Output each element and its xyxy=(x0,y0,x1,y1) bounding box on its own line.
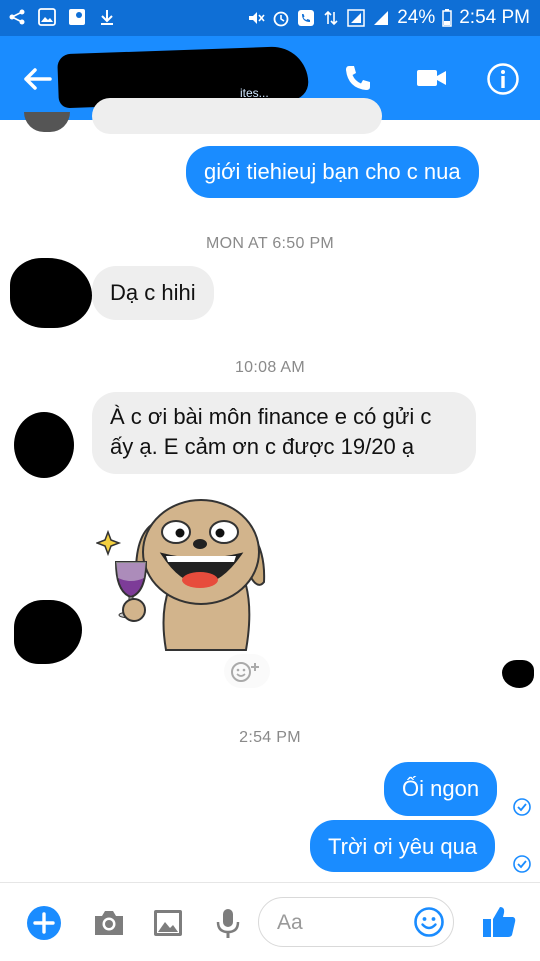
map-icon xyxy=(69,9,85,25)
gallery-icon xyxy=(38,8,56,26)
like-icon[interactable] xyxy=(480,903,518,941)
camera-icon[interactable] xyxy=(91,905,127,941)
message-input[interactable]: Aa xyxy=(258,897,454,947)
avatar[interactable] xyxy=(14,412,74,478)
plus-icon[interactable] xyxy=(26,905,62,941)
seen-avatar xyxy=(502,660,534,688)
cut-off-message xyxy=(92,98,382,134)
message-outgoing[interactable]: Ối ngon xyxy=(384,762,498,816)
add-reaction-button[interactable] xyxy=(224,654,270,688)
timestamp: 10:08 AM xyxy=(234,359,305,376)
message-list[interactable]: giới tiehieuj bạn cho c nua MON AT 6:50 … xyxy=(0,98,540,882)
sticker[interactable] xyxy=(96,492,266,652)
message-input-placeholder: Aa xyxy=(277,911,303,934)
signal-1-icon xyxy=(347,9,365,27)
seen-check-icon xyxy=(513,855,531,873)
message-incoming[interactable]: À c ơi bài môn finance e có gửi c ấy ạ. … xyxy=(92,392,476,474)
timestamp: MON AT 6:50 PM xyxy=(205,235,335,252)
mic-icon[interactable] xyxy=(210,905,246,941)
message-outgoing[interactable]: Trời ơi yêu qua xyxy=(310,820,496,872)
timestamp: 2:54 PM xyxy=(239,729,301,746)
battery-icon xyxy=(442,9,452,27)
video-icon[interactable] xyxy=(415,62,449,94)
battery-percent: 24% xyxy=(397,7,436,28)
phone-icon[interactable] xyxy=(342,62,374,94)
seen-check-icon xyxy=(513,798,531,816)
message-line: ấy ạ. E cảm ơn c được 19/20 ạ xyxy=(110,434,415,459)
signal-2-icon xyxy=(374,11,389,25)
add-reaction-icon xyxy=(231,662,259,682)
emoji-icon[interactable] xyxy=(413,906,445,938)
share-icon xyxy=(9,9,25,25)
avatar[interactable] xyxy=(24,112,70,132)
download-icon xyxy=(101,10,113,25)
avatar[interactable] xyxy=(14,600,82,664)
mute-icon xyxy=(249,12,265,24)
info-icon[interactable] xyxy=(486,62,520,96)
status-time: 2:54 PM xyxy=(459,7,530,28)
alarm-icon xyxy=(273,11,289,27)
message-line: À c ơi bài môn finance e có gửi c xyxy=(110,404,432,429)
data-transfer-icon xyxy=(324,10,338,26)
back-arrow-icon[interactable] xyxy=(20,62,54,96)
status-bar: 24% 2:54 PM xyxy=(0,0,540,36)
call-status-icon xyxy=(298,10,315,26)
message-outgoing[interactable]: giới tiehieuj bạn cho c nua xyxy=(186,146,479,198)
image-icon[interactable] xyxy=(150,905,186,941)
composer-bar: Aa xyxy=(0,882,540,961)
message-incoming[interactable]: Dạ c hihi xyxy=(92,266,214,320)
avatar[interactable] xyxy=(10,258,92,328)
